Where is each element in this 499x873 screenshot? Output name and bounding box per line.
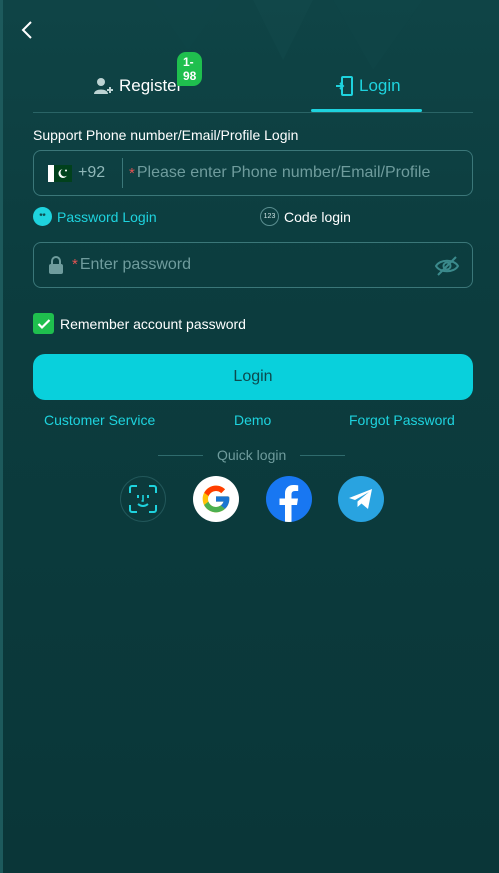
tab-register-label: Register [119, 75, 183, 95]
code-mode-icon: 123 [260, 207, 279, 226]
facebook-icon [279, 485, 299, 522]
code-login-label: Code login [284, 208, 351, 225]
back-button[interactable] [15, 18, 39, 42]
divider-right [300, 454, 346, 456]
remember-password-checkbox[interactable]: Remember account password [33, 313, 246, 334]
login-page: Register 1-98 Login Support Phone number… [0, 0, 499, 873]
demo-link[interactable]: Demo [234, 412, 271, 428]
forgot-password-link[interactable]: Forgot Password [349, 412, 455, 428]
telegram-icon [349, 489, 372, 509]
pakistan-flag-icon [48, 164, 72, 182]
password-field[interactable]: * Enter password [33, 242, 473, 288]
checkbox-checked-icon [33, 313, 54, 334]
google-login-button[interactable] [193, 476, 239, 522]
login-mode-row: ** Password Login 123 Code login [33, 207, 473, 229]
password-login-label: Password Login [57, 208, 157, 225]
lock-icon [49, 255, 63, 274]
customer-service-link[interactable]: Customer Service [44, 412, 155, 428]
required-mark: * [72, 256, 78, 273]
tab-login-label: Login [359, 75, 401, 95]
tab-register[interactable]: Register 1-98 [93, 52, 203, 113]
country-code: +92 [78, 164, 106, 181]
password-mode-icon: ** [33, 207, 52, 226]
eye-off-icon [434, 256, 460, 276]
support-label: Support Phone number/Email/Profile Login [33, 127, 299, 143]
face-id-icon [129, 485, 157, 513]
facebook-login-button[interactable] [266, 476, 312, 522]
google-icon [202, 485, 230, 513]
phone-field: +92 * Please enter Phone number/Email/Pr… [33, 150, 473, 196]
toggle-password-visibility[interactable] [434, 254, 460, 278]
auth-tabs: Register 1-98 Login [33, 52, 473, 113]
login-button[interactable]: Login [33, 354, 473, 400]
code-login-option[interactable]: 123 Code login [260, 207, 351, 226]
face-id-login-button[interactable] [120, 476, 166, 522]
user-add-icon [94, 77, 113, 94]
quick-login-header: Quick login [158, 446, 348, 464]
divider-left [158, 454, 203, 456]
remember-label: Remember account password [60, 315, 246, 332]
phone-placeholder: Please enter Phone number/Email/Profile [136, 164, 431, 181]
auth-links: Customer Service Demo Forgot Password [33, 412, 473, 432]
tabs-divider [33, 112, 473, 113]
quick-login-label: Quick login [217, 447, 287, 463]
password-placeholder: Enter password [79, 256, 192, 273]
chevron-left-icon [21, 21, 32, 39]
register-badge: 1-98 [177, 52, 203, 86]
password-placeholder-wrap: * Enter password [72, 256, 191, 274]
required-mark: * [129, 164, 135, 182]
door-enter-icon [336, 75, 353, 96]
country-selector[interactable]: +92 [34, 151, 122, 195]
phone-input[interactable]: * Please enter Phone number/Email/Profil… [123, 164, 472, 182]
telegram-login-button[interactable] [338, 476, 384, 522]
password-login-option[interactable]: ** Password Login [33, 207, 157, 226]
tab-login[interactable]: Login [335, 58, 401, 113]
